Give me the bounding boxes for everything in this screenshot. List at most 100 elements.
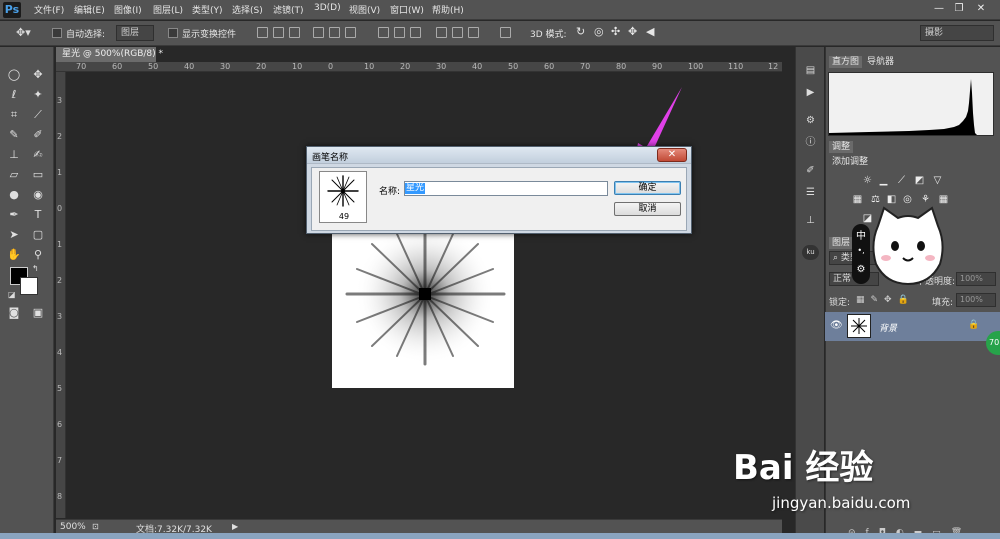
lock-options-icon[interactable]: ▦✎✥🔒 xyxy=(856,295,915,305)
3d-roll-icon[interactable]: ◎ xyxy=(594,25,604,38)
menu-filter[interactable]: 滤镜(T) xyxy=(273,3,304,16)
3d-slide-icon[interactable]: ✥ xyxy=(628,25,637,38)
auto-select-checkbox[interactable] xyxy=(52,28,62,38)
menu-type[interactable]: 类型(Y) xyxy=(192,3,223,16)
align-hcenter-icon[interactable] xyxy=(329,27,340,38)
distribute-top-icon[interactable] xyxy=(378,27,389,38)
align-bottom-icon[interactable] xyxy=(289,27,300,38)
layer-visibility-eye-icon[interactable]: 👁 xyxy=(830,320,843,331)
black-white-icon[interactable]: ◧ xyxy=(886,194,897,205)
actions-panel-icon[interactable]: ▶ xyxy=(802,85,819,100)
color-lookup-icon[interactable]: ▦ xyxy=(938,194,949,205)
zoom-level[interactable]: 500% xyxy=(60,522,86,532)
maximize-button[interactable]: ❐ xyxy=(950,2,968,16)
tab-layers[interactable]: 图层 xyxy=(829,237,854,249)
menu-layer[interactable]: 图层(L) xyxy=(153,3,183,16)
menu-view[interactable]: 视图(V) xyxy=(349,3,380,16)
distribute-left-icon[interactable] xyxy=(436,27,447,38)
blur-tool-icon[interactable]: ● xyxy=(4,187,24,203)
auto-select-target-dropdown[interactable]: 图层 xyxy=(116,25,154,41)
3d-scale-icon[interactable]: ◀ xyxy=(646,25,654,38)
dodge-tool-icon[interactable]: ◉ xyxy=(28,187,48,203)
default-colors-icon[interactable]: ◪ xyxy=(8,290,16,299)
close-window-button[interactable]: ✕ xyxy=(972,2,990,16)
menu-edit[interactable]: 编辑(E) xyxy=(74,3,105,16)
align-left-icon[interactable] xyxy=(313,27,324,38)
crop-tool-icon[interactable]: ⌗ xyxy=(4,107,24,123)
type-tool-icon[interactable]: T xyxy=(28,207,48,223)
3d-rotate-icon[interactable]: ↻ xyxy=(576,25,585,38)
tab-navigator[interactable]: 导航器 xyxy=(864,56,897,68)
move-tool-preset-icon[interactable]: ✥▾ xyxy=(16,26,31,39)
tab-histogram[interactable]: 直方图 xyxy=(829,56,863,68)
workspace-dropdown[interactable]: 摄影 xyxy=(920,25,994,41)
tab-adjustments[interactable]: 调整 xyxy=(829,141,854,153)
status-menu-arrow-icon[interactable]: ▶ xyxy=(232,522,238,531)
brush-tool-icon[interactable]: ✐ xyxy=(28,127,48,143)
document-canvas[interactable] xyxy=(332,224,514,388)
menu-select[interactable]: 选择(S) xyxy=(232,3,263,16)
ok-button[interactable]: 确定 xyxy=(614,181,681,195)
levels-icon[interactable]: ▁ xyxy=(878,175,889,186)
channel-mixer-icon[interactable]: ⚘ xyxy=(920,194,931,205)
opacity-input[interactable]: 100% xyxy=(956,272,996,286)
gradient-tool-icon[interactable]: ▭ xyxy=(28,167,48,183)
background-color-swatch[interactable] xyxy=(20,277,38,295)
menu-3d[interactable]: 3D(D) xyxy=(314,3,341,13)
marquee-tool-icon[interactable]: ◯ xyxy=(4,67,24,83)
ime-settings-icon[interactable]: ⚙ xyxy=(852,264,870,275)
eyedropper-tool-icon[interactable]: ⟋ xyxy=(28,107,48,123)
history-brush-tool-icon[interactable]: ✍ xyxy=(28,147,48,163)
eraser-tool-icon[interactable]: ▱ xyxy=(4,167,24,183)
cancel-button[interactable]: 取消 xyxy=(614,202,681,216)
history-panel-icon[interactable]: ▤ xyxy=(802,63,819,78)
align-right-icon[interactable] xyxy=(345,27,356,38)
menu-image[interactable]: 图像(I) xyxy=(114,3,142,16)
properties-panel-icon[interactable]: ⚙ xyxy=(802,113,819,128)
color-balance-icon[interactable]: ⚖ xyxy=(870,194,881,205)
minimize-button[interactable]: — xyxy=(930,2,948,16)
photo-filter-icon[interactable]: ◎ xyxy=(902,194,913,205)
brush-panel-icon[interactable]: ✐ xyxy=(802,163,819,178)
distribute-hcenter-icon[interactable] xyxy=(452,27,463,38)
distribute-right-icon[interactable] xyxy=(468,27,479,38)
3d-drag-icon[interactable]: ✣ xyxy=(611,25,620,38)
screen-mode-icon[interactable]: ▣ xyxy=(28,305,48,321)
brush-name-input[interactable] xyxy=(404,181,608,196)
align-top-icon[interactable] xyxy=(257,27,268,38)
brush-presets-panel-icon[interactable]: ☰ xyxy=(802,185,819,200)
clone-source-panel-icon[interactable]: ⊥ xyxy=(802,213,819,228)
align-vcenter-icon[interactable] xyxy=(273,27,284,38)
menu-help[interactable]: 帮助(H) xyxy=(432,3,464,16)
exposure-icon[interactable]: ◩ xyxy=(914,175,925,186)
healing-brush-tool-icon[interactable]: ✎ xyxy=(4,127,24,143)
swap-colors-icon[interactable]: ↰ xyxy=(32,264,39,273)
vibrance-icon[interactable]: ▽ xyxy=(932,175,943,186)
auto-align-icon[interactable] xyxy=(500,27,511,38)
curves-icon[interactable]: ⟋ xyxy=(896,175,907,186)
zoom-tool-icon[interactable]: ⚲ xyxy=(28,247,48,263)
hue-saturation-icon[interactable]: ▦ xyxy=(852,194,863,205)
status-info-icon[interactable]: ⊡ xyxy=(92,522,99,531)
brightness-icon[interactable]: ☼ xyxy=(862,175,873,186)
quick-mask-icon[interactable]: ◙ xyxy=(4,305,24,321)
path-selection-tool-icon[interactable]: ➤ xyxy=(4,227,24,243)
info-panel-icon[interactable]: ⓘ xyxy=(802,135,819,150)
ku-plugin-icon[interactable]: ku xyxy=(802,245,819,260)
dialog-close-button[interactable]: ✕ xyxy=(657,148,687,162)
show-transform-checkbox[interactable] xyxy=(168,28,178,38)
rectangle-tool-icon[interactable]: ▢ xyxy=(28,227,48,243)
menu-window[interactable]: 窗口(W) xyxy=(390,3,424,16)
ime-punctuation[interactable]: •, xyxy=(852,246,870,255)
magic-wand-tool-icon[interactable]: ✦ xyxy=(28,87,48,103)
move-tool-icon[interactable]: ✥ xyxy=(28,67,48,83)
distribute-bottom-icon[interactable] xyxy=(410,27,421,38)
hand-tool-icon[interactable]: ✋ xyxy=(4,247,24,263)
pen-tool-icon[interactable]: ✒ xyxy=(4,207,24,223)
menu-file[interactable]: 文件(F) xyxy=(34,3,64,16)
fill-input[interactable]: 100% xyxy=(956,293,996,307)
distribute-vcenter-icon[interactable] xyxy=(394,27,405,38)
ime-language[interactable]: 中 xyxy=(852,227,870,242)
document-tab[interactable]: 星光 @ 500%(RGB/8) * xyxy=(56,47,163,62)
lasso-tool-icon[interactable]: ℓ xyxy=(4,87,24,103)
